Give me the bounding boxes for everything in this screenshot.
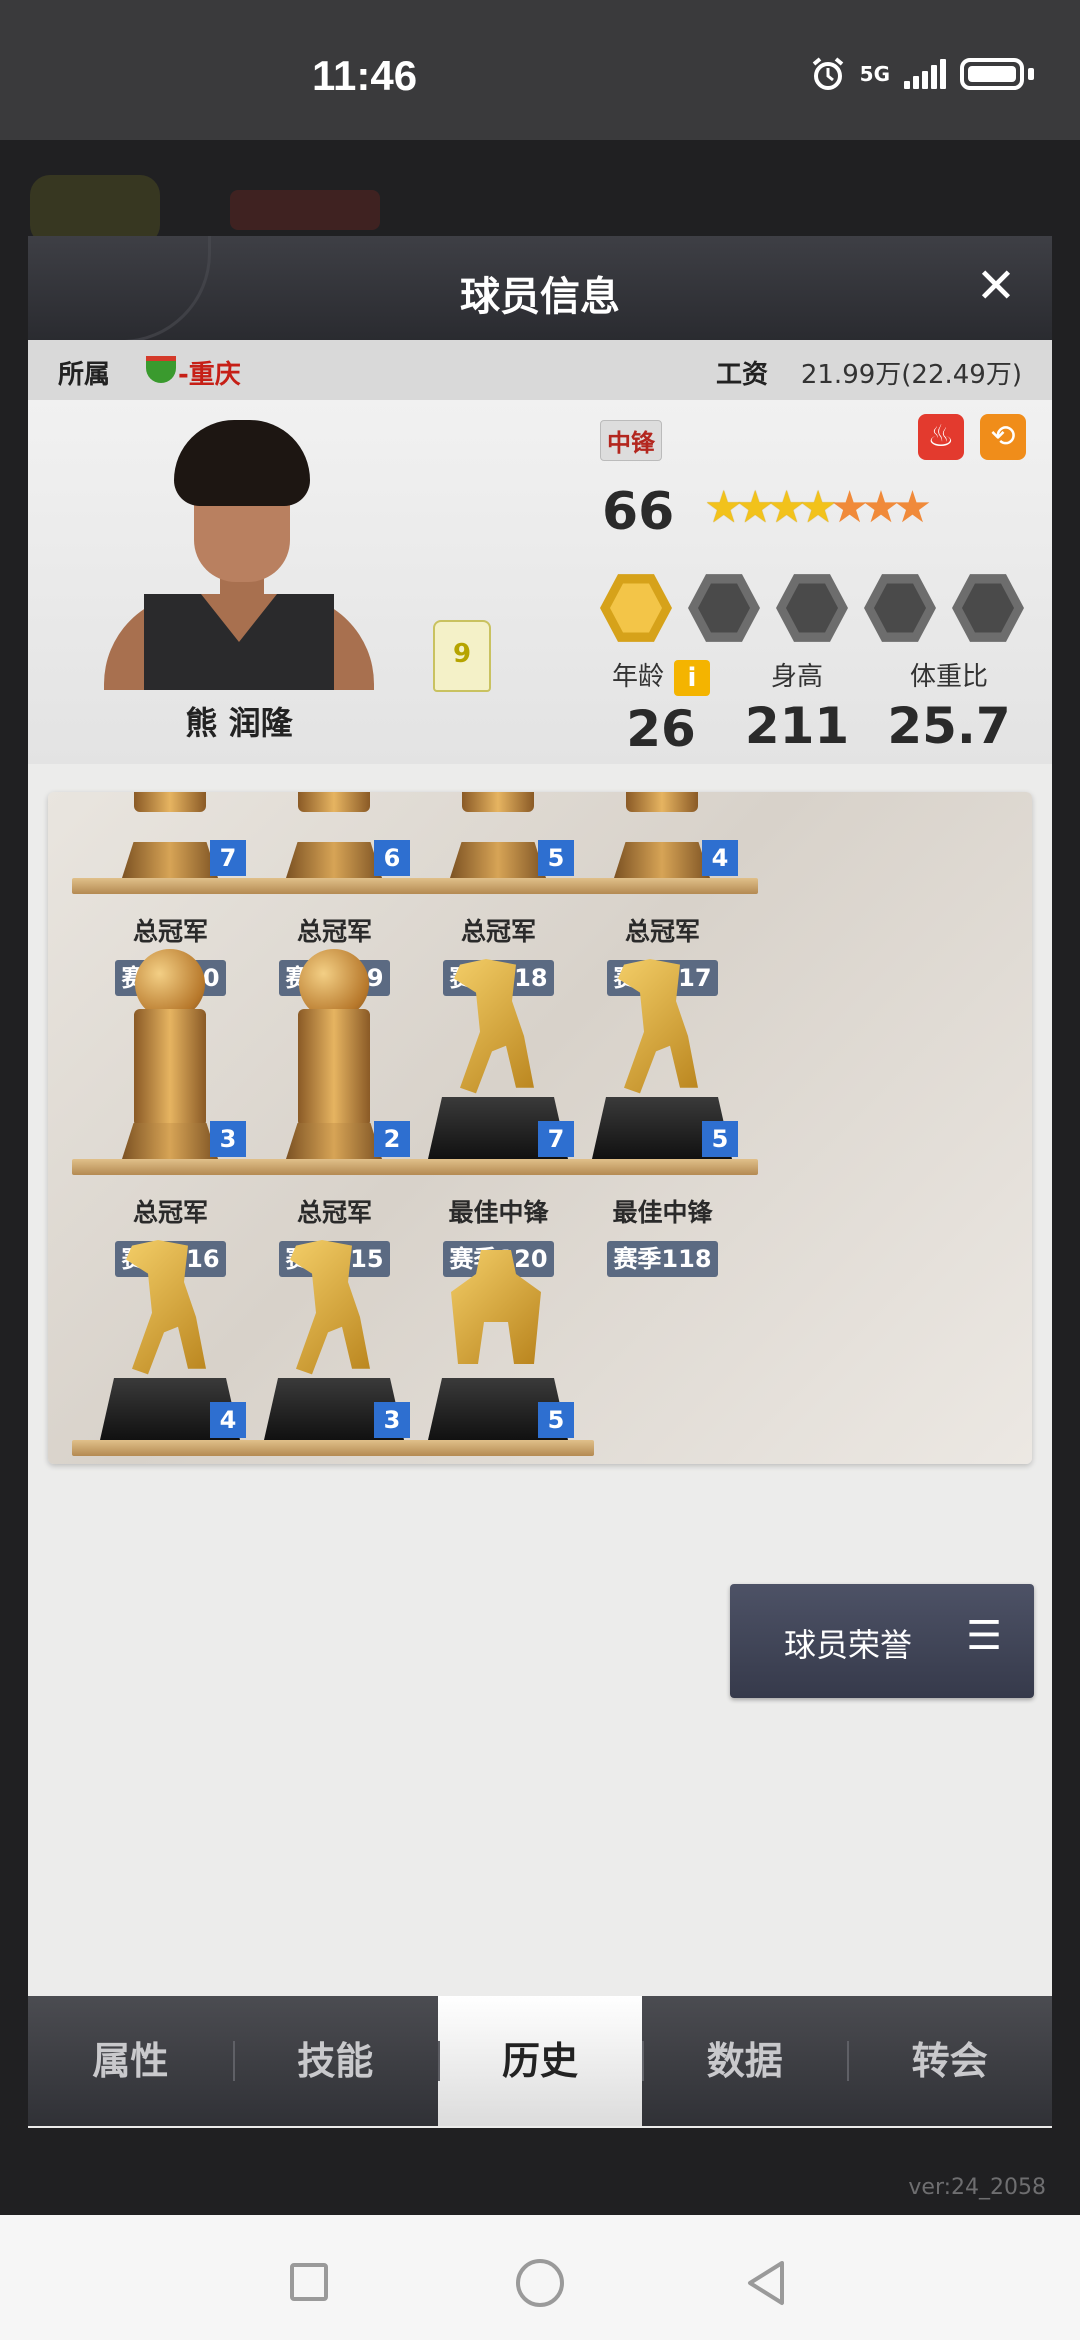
position-badge: 中锋 — [600, 420, 662, 461]
weight-ratio-value: 25.7 — [887, 697, 1011, 755]
team-name: -重庆 — [178, 360, 241, 390]
badge-slot-active-icon[interactable] — [600, 574, 672, 642]
alarm-icon — [812, 57, 843, 90]
tab-转会[interactable]: 转会 — [847, 1996, 1052, 2126]
salary-label: 工资 — [716, 360, 769, 390]
background-logo — [30, 175, 160, 245]
team-salary-row: 所属 -重庆 工资 21.99万(22.49万) — [28, 340, 1052, 400]
menu-icon: ☰ — [966, 1613, 1002, 1659]
back-icon[interactable] — [744, 2259, 788, 2307]
recents-icon[interactable] — [290, 2263, 328, 2301]
weight-ratio-stat: 体重比 25.7 — [874, 656, 1024, 755]
badge-slots — [600, 572, 1024, 644]
trophy-count-badge: 5 — [538, 1402, 574, 1438]
age-value: 26 — [626, 699, 696, 758]
system-nav-bar — [0, 2215, 1080, 2340]
salary-value: 21.99万(22.49万) — [800, 360, 1022, 390]
tab-属性[interactable]: 属性 — [28, 1996, 233, 2126]
player-rating: 66 — [602, 482, 675, 542]
height-stat: 身高 211 — [722, 656, 872, 755]
status-bar: 11:46 5G — [0, 0, 1080, 140]
signal-icon — [904, 59, 946, 89]
badge-slot-empty-icon[interactable] — [864, 574, 936, 642]
fire-icon[interactable]: ♨ — [918, 414, 964, 460]
player-honor-button[interactable]: 球员荣誉 ☰ — [730, 1584, 1034, 1698]
team-label: 所属 — [58, 360, 111, 390]
modal-title: 球员信息 — [460, 274, 620, 320]
rating-star-icon: ★ — [892, 482, 933, 533]
tab-历史[interactable]: 历史 — [437, 1996, 643, 2126]
trophy-wall[interactable]: 7总冠军赛季1206总冠军赛季1195总冠军赛季1184总冠军赛季1173总冠军… — [48, 792, 1032, 1464]
info-icon[interactable]: i — [674, 659, 710, 696]
award-name: 总冠军 — [624, 917, 700, 946]
player-name: 熊 润隆 — [185, 704, 293, 742]
home-icon[interactable] — [516, 2259, 564, 2307]
weight-ratio-label: 体重比 — [909, 662, 988, 692]
background-team-label — [230, 190, 380, 230]
trophy-shelf — [400, 1440, 594, 1456]
player-portrait[interactable] — [74, 412, 404, 690]
honor-button-label: 球员荣誉 — [784, 1626, 913, 1664]
rating-stars: ★ ★ ★ ★ ★ ★ ★ — [704, 482, 932, 534]
status-time: 11:46 — [312, 52, 418, 99]
trophy-shelf — [564, 878, 758, 894]
swap-icon[interactable]: ⟲ — [980, 414, 1026, 460]
height-label: 身高 — [770, 662, 823, 692]
close-icon[interactable]: ✕ — [972, 262, 1020, 310]
badge-slot-empty-icon[interactable] — [776, 574, 848, 642]
trophy-count-badge: 5 — [702, 1121, 738, 1157]
tab-技能[interactable]: 技能 — [232, 1996, 438, 2126]
network-type: 5G — [859, 62, 890, 86]
tab-数据[interactable]: 数据 — [642, 1996, 847, 2126]
badge-slot-empty-icon[interactable] — [688, 574, 760, 642]
trophy-count-badge: 4 — [702, 840, 738, 876]
jersey-icon: 9 — [433, 620, 491, 692]
modal-header: 球员信息 ✕ — [28, 236, 1052, 343]
trophy-item[interactable]: 5最佳防守中锋 — [376, 1250, 621, 1464]
watermelon-icon — [146, 356, 176, 383]
badge-slot-empty-icon[interactable] — [952, 574, 1024, 642]
age-label: 年龄 — [611, 662, 664, 692]
award-name: 最佳中锋 — [612, 1198, 713, 1227]
battery-icon — [960, 58, 1024, 90]
height-value: 211 — [744, 697, 850, 755]
status-icons: 5G — [810, 56, 1034, 92]
player-card: 9 熊 润隆 中锋 ♨ ⟲ 66 ★ ★ ★ ★ ★ ★ ★ 年龄 i 26 身高 211 体… — [28, 400, 1052, 764]
battery-tip — [1028, 68, 1034, 80]
age-stat: 年龄 i 26 — [586, 656, 736, 758]
tab-bar: 属性 技能 历史 数据 转会 — [28, 1996, 1052, 2126]
version-label: ver:24_2058 — [908, 2175, 1046, 2200]
player-info-modal: 球员信息 ✕ 所属 -重庆 工资 21.99万(22.49万) 9 熊 润隆 中… — [28, 236, 1052, 2128]
trophy-item[interactable]: 5 最佳中锋赛季118 — [540, 959, 785, 1343]
season-tag: 赛季118 — [607, 1241, 718, 1277]
trophy-shelf — [564, 1159, 758, 1175]
